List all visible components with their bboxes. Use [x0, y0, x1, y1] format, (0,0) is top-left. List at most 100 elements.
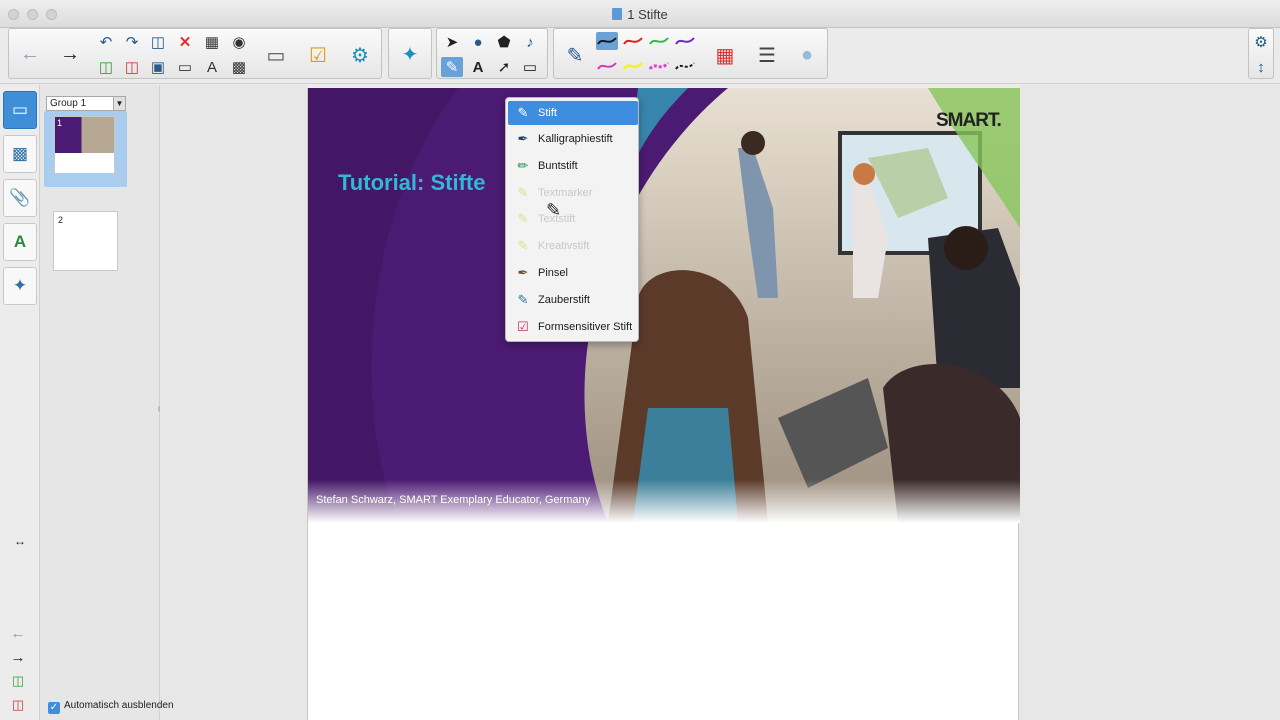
add-ons-icon[interactable]: ⚙	[345, 40, 375, 70]
delete-icon[interactable]: ✕	[174, 32, 196, 52]
add-page-icon[interactable]: ◫	[95, 57, 117, 77]
back-arrow-icon[interactable]: ←	[15, 39, 45, 69]
paperclip-icon: 📎	[9, 188, 31, 207]
table-icon[interactable]: ▦	[201, 32, 223, 52]
redo-icon[interactable]: ↷	[121, 32, 143, 52]
delete-page-icon[interactable]: ◫	[121, 57, 143, 77]
line-style-icon[interactable]: ☰	[752, 40, 782, 70]
menu-item-kalligraphiestift[interactable]: ✒ Kalligraphiestift	[508, 127, 638, 151]
response-icon[interactable]: ☑	[303, 40, 333, 70]
pens-tool-icon[interactable]: ✎	[441, 57, 463, 77]
gallery-tab[interactable]: ▩	[3, 135, 37, 173]
menu-item-zauberstift[interactable]: ✎ Zauberstift	[508, 288, 638, 312]
autohide-checkbox[interactable]: ✓ Automatisch ausblenden	[48, 700, 174, 714]
slide-title: Tutorial: Stifte	[338, 170, 486, 195]
toolbar-group-settings: ⚙ ↕	[1248, 28, 1274, 79]
move-toolbar-icon[interactable]: ↕	[1250, 57, 1272, 77]
toolbar-group-tools: ➤ ● ⬟ ♪ ✎ A ➚ ▭	[436, 28, 548, 79]
pen-color-black-selected[interactable]	[596, 32, 618, 50]
color-palette-icon[interactable]: ▦	[710, 40, 740, 70]
workspace-left-margin	[160, 85, 307, 720]
main-toolbar: ← → ↶ ↷ ◫ ✕ ▦ ◉ ◫ ◫ ▣ ▭ A ▩ ▭ ☑ ⚙ ✦ ➤ ● …	[0, 28, 1280, 84]
window-title: 1 Stifte	[0, 7, 1280, 22]
highlighter-icon: ✎	[517, 185, 529, 200]
document-icon	[612, 8, 623, 20]
autohide-label: Automatisch ausblenden	[64, 700, 174, 711]
calligraphy-pen-icon: ✒	[517, 131, 529, 146]
transparency-icon[interactable]: ●	[792, 40, 822, 70]
page-sorter-tab[interactable]: ▭	[3, 91, 37, 129]
sidebar-toggle-icon[interactable]: ↔	[9, 531, 31, 551]
menu-item-stift[interactable]: ✎ Stift	[508, 101, 638, 125]
thumbnail-image	[55, 117, 114, 153]
menu-item-formsensitiver-stift[interactable]: ☑ Formsensitiver Stift	[508, 315, 638, 339]
fill-tool-icon[interactable]: ⬟	[493, 32, 515, 52]
select-tool-icon[interactable]: ➤	[441, 32, 463, 52]
menu-item-textmarker[interactable]: ✎ Textmarker	[508, 181, 638, 205]
pen-cursor-icon: ✎	[546, 200, 562, 220]
puzzle-icon[interactable]: ✦	[395, 39, 425, 69]
page-number: 1	[57, 118, 63, 128]
pen-icon: ✎	[517, 105, 529, 120]
page-sorter-panel: Group 1 ▼ 1 2	[40, 85, 160, 720]
pen-color-magenta[interactable]	[596, 57, 618, 75]
menu-item-kreativstift[interactable]: ✎ Kreativstift	[508, 234, 638, 258]
pen-color-black-dashed[interactable]	[674, 57, 696, 75]
pen-color-yellow[interactable]	[622, 57, 644, 75]
toolbar-group-file: ← → ↶ ↷ ◫ ✕ ▦ ◉ ◫ ◫ ▣ ▭ A ▩ ▭ ☑ ⚙	[8, 28, 382, 79]
properties-tab[interactable]: A	[3, 223, 37, 261]
window-titlebar: 1 Stifte	[0, 0, 1280, 28]
add-page-icon[interactable]: ◫	[7, 671, 29, 691]
slide-credit: Stefan Schwarz, SMART Exemplary Educator…	[316, 494, 591, 506]
checkmark-icon: ✓	[48, 702, 60, 714]
eraser-tool-icon[interactable]: ▭	[519, 57, 541, 77]
menu-item-pinsel[interactable]: ✒ Pinsel	[508, 261, 638, 285]
delete-page-icon[interactable]: ◫	[7, 695, 29, 715]
text-tool-icon[interactable]: A	[467, 57, 489, 77]
document-camera-icon[interactable]: ▭	[261, 40, 291, 70]
whiteboard-canvas[interactable]: Tutorial: Stifte Stefan Schwarz, SMART E…	[307, 88, 1020, 720]
add-ons-tab[interactable]: ✦	[3, 267, 37, 305]
page-icon: ▭	[11, 100, 29, 119]
page-thumbnail-1[interactable]: 1	[54, 116, 115, 174]
screen-capture-icon[interactable]: ◉	[228, 32, 250, 52]
creative-pen-icon: ✎	[517, 238, 529, 253]
chevron-down-icon: ▼	[113, 97, 125, 110]
save-icon[interactable]: ▣	[147, 57, 169, 77]
spellcheck-icon[interactable]: A	[201, 57, 223, 77]
group-dropdown[interactable]: Group 1 ▼	[46, 96, 126, 111]
next-page-icon[interactable]: →	[7, 647, 29, 667]
forward-arrow-icon[interactable]: →	[55, 39, 85, 69]
screen-shade-icon[interactable]: ▭	[174, 57, 196, 77]
properties-icon: A	[13, 232, 27, 251]
menu-item-buntstift[interactable]: ✏ Buntstift	[508, 154, 638, 178]
menu-item-textstift[interactable]: ✎ Textstift	[508, 207, 638, 231]
pen-color-purple[interactable]	[674, 32, 696, 50]
paste-icon[interactable]: ◫	[147, 32, 169, 52]
slide-image: Tutorial: Stifte Stefan Schwarz, SMART E…	[308, 88, 1020, 523]
undo-icon[interactable]: ↶	[95, 32, 117, 52]
side-tab-bar: ▭ ▩ 📎 A ✦ ↔ ← → ◫ ◫	[0, 85, 40, 720]
eraser-fill-icon[interactable]: ♪	[519, 32, 541, 52]
brush-icon: ✒	[517, 265, 529, 280]
shapes-tool-icon[interactable]: ●	[467, 32, 489, 52]
page-thumbnail-2[interactable]: 2	[53, 211, 118, 271]
pen-color-green[interactable]	[648, 32, 670, 50]
magic-pen-icon: ✎	[517, 292, 529, 307]
pen-type-icon[interactable]: ✎	[560, 40, 590, 70]
text-pen-icon: ✎	[517, 211, 529, 226]
pen-color-pink[interactable]	[648, 57, 670, 75]
display-icon[interactable]: ▩	[228, 57, 250, 77]
settings-gear-icon[interactable]: ⚙	[1250, 32, 1272, 52]
pen-color-red[interactable]	[622, 32, 644, 50]
previous-page-icon[interactable]: ←	[7, 623, 29, 643]
pen-type-menu: ✎ Stift ✒ Kalligraphiestift ✏ Buntstift ✎ Te…	[505, 97, 639, 342]
smart-logo: SMART.	[936, 110, 1002, 131]
page-thumbnail-selected[interactable]: 1	[44, 111, 127, 187]
attachments-tab[interactable]: 📎	[3, 179, 37, 217]
crayon-icon: ✏	[517, 158, 529, 173]
slide-background	[308, 88, 1020, 523]
toolbar-group-activity: ✦	[388, 28, 432, 79]
toolbar-group-pen-properties: ✎ ▦ ☰ ●	[553, 28, 828, 79]
line-tool-icon[interactable]: ➚	[493, 57, 515, 77]
